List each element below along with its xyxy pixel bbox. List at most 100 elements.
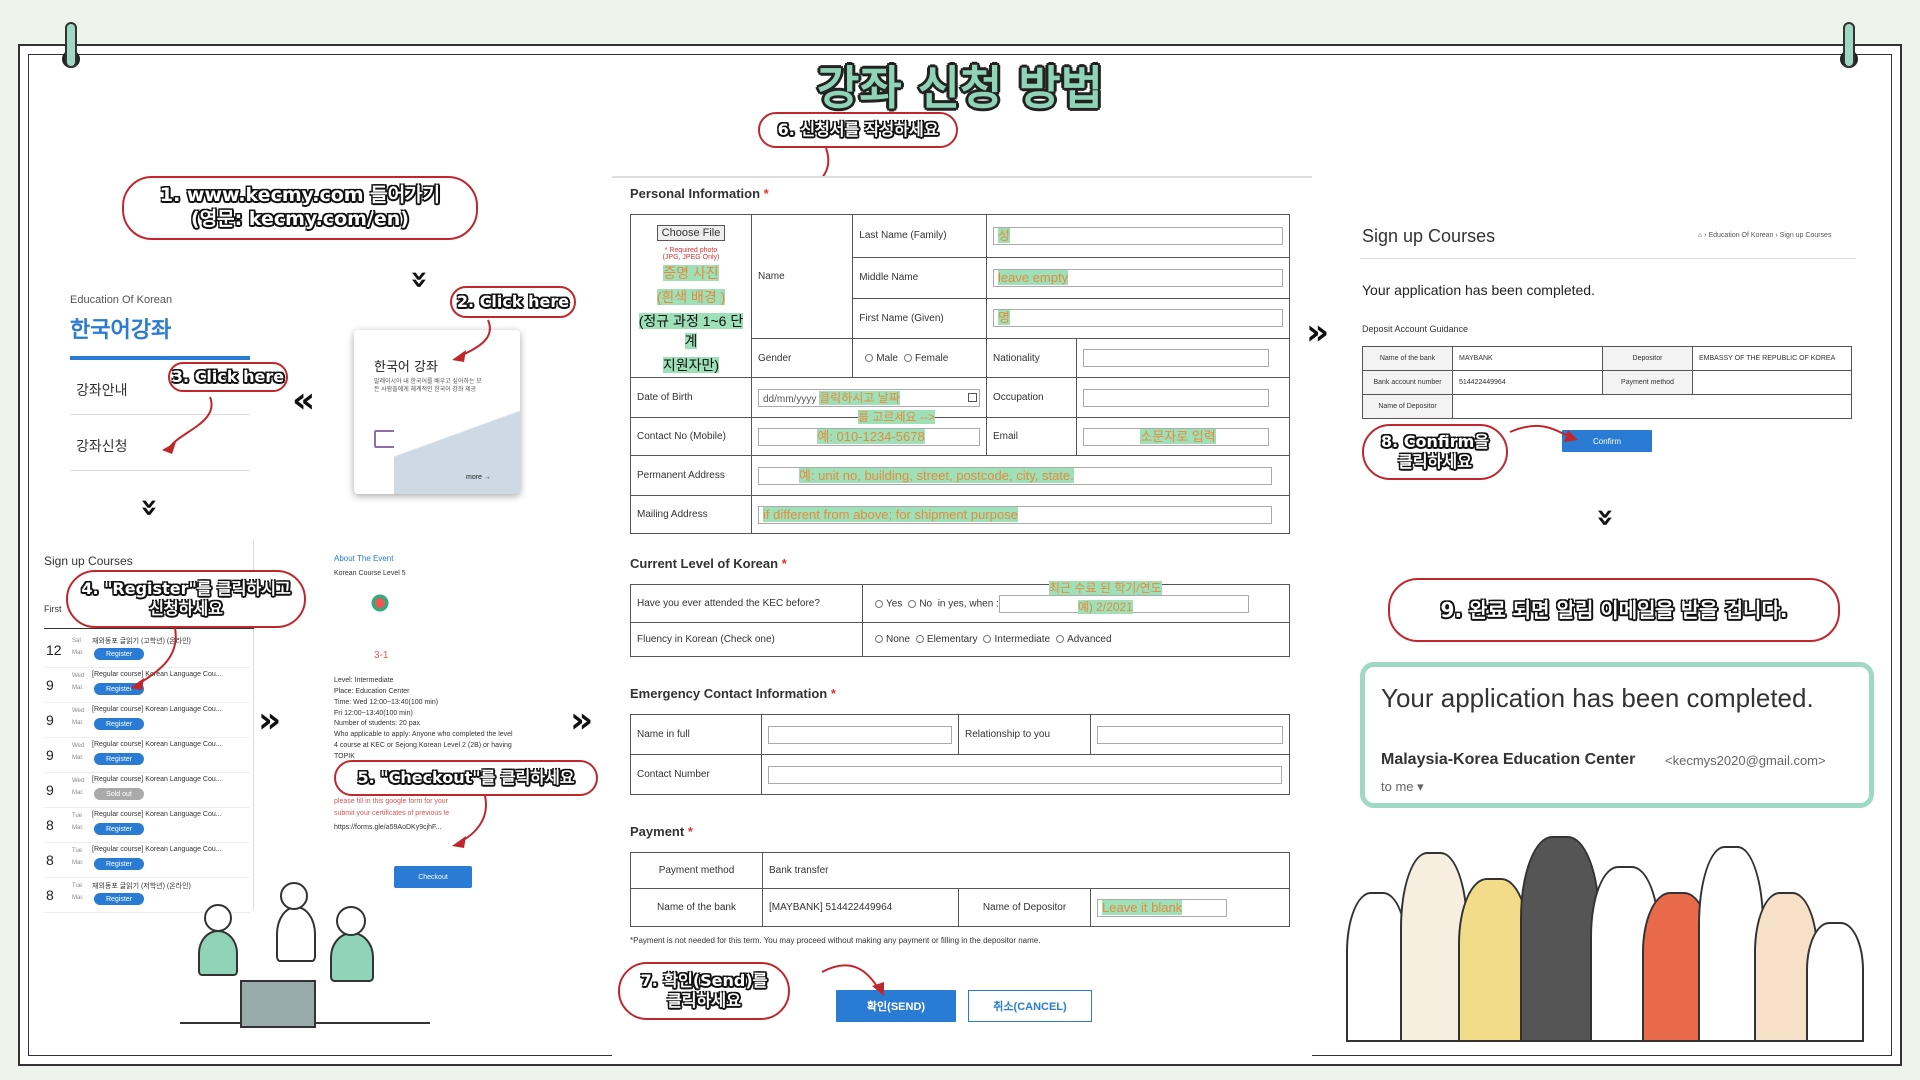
- card-more-link[interactable]: more →: [466, 474, 491, 481]
- card-title: 한국어 강좌: [374, 360, 438, 375]
- row-dow: Wed: [72, 673, 85, 679]
- panel2-first: First: [44, 604, 62, 614]
- personal-info-label: Personal Information: [630, 186, 761, 201]
- none-radio[interactable]: [875, 635, 883, 644]
- home-icon[interactable]: ⌂: [1698, 232, 1702, 239]
- no-label: No: [919, 598, 933, 610]
- occupation-input[interactable]: [1083, 388, 1269, 407]
- intermediate-label: Intermediate: [994, 634, 1051, 645]
- row-dow: Wed: [72, 708, 85, 714]
- calendar-icon[interactable]: [968, 393, 977, 402]
- table-row[interactable]: 8 Tue Mar. [Regular course] Korean Language…: [44, 809, 254, 843]
- step2-callout: 2. Click here: [450, 286, 576, 318]
- row-divider: [44, 702, 250, 703]
- mailing-address-value: if different from above; for shipment pu…: [763, 506, 1018, 522]
- step4-arrow: [130, 627, 177, 690]
- table-row[interactable]: 8 Tue Mar. [Regular course] Korean Language…: [44, 844, 254, 878]
- current-level-heading: Current Level of Korean *: [630, 556, 787, 571]
- contact-input[interactable]: 예: 010-1234-5678: [758, 427, 980, 446]
- breadcrumb-2[interactable]: Sign up Courses: [1780, 232, 1832, 239]
- step9-callout: 9. 완료 되면 알림 이메일을 받을 겁니다.: [1388, 578, 1840, 642]
- yes-radio[interactable]: [875, 599, 883, 608]
- female-radio[interactable]: [903, 354, 912, 362]
- relationship-label: Relationship to you: [958, 714, 1091, 755]
- menu-course-signup[interactable]: 강좌신청: [76, 436, 128, 456]
- detail-line: Who applicable to apply: Anyone who comp…: [334, 731, 513, 739]
- personal-info-table: Choose File * Required photo (JPG, JPEG …: [630, 213, 1290, 534]
- permanent-address-label: Permanent Address: [630, 455, 752, 496]
- chevron-down-icon[interactable]: ▾: [1417, 779, 1424, 794]
- elementary-radio[interactable]: [915, 635, 924, 644]
- google-form-link[interactable]: https://forms.gle/a59AoDKy9cjhF...: [334, 824, 441, 831]
- last-name-value: 성: [998, 227, 1010, 243]
- book-icon: [374, 430, 396, 448]
- email-notification-card: Your application has been completed. Mal…: [1360, 662, 1874, 808]
- row-course: [Regular course] Korean Language Cou...: [92, 776, 222, 783]
- male-radio[interactable]: [865, 354, 874, 362]
- name-full-input[interactable]: [768, 725, 952, 744]
- depositor-input[interactable]: Leave it blank: [1097, 898, 1227, 917]
- mailing-address-input[interactable]: if different from above; for shipment pu…: [758, 505, 1272, 524]
- required-mark: *: [781, 556, 787, 571]
- current-level-table: Have you ever attended the KEC before? Y…: [630, 581, 1290, 657]
- row-month: Mar.: [72, 755, 84, 761]
- relationship-input[interactable]: [1097, 725, 1283, 744]
- table-row[interactable]: 9 Wed Mar. [Regular course] Korean Language…: [44, 739, 254, 773]
- contact-number-label: Contact Number: [630, 754, 762, 795]
- account-value: 514422449964: [1452, 370, 1603, 395]
- depositor-value-5: EMBASSY OF THE REPUBLIC OF KOREA: [1692, 346, 1852, 371]
- intermediate-radio[interactable]: [983, 635, 992, 644]
- permanent-address-value: 예: unit no, building, street, postcode, …: [799, 467, 1074, 483]
- nationality-input[interactable]: [1083, 349, 1269, 368]
- emergency-contact-input[interactable]: [768, 765, 1282, 784]
- step3-callout: 3. Click here: [168, 362, 288, 392]
- register-button[interactable]: Register: [94, 858, 144, 870]
- depositor-label-5: Depositor: [1602, 346, 1693, 371]
- first-name-label: First Name (Given): [852, 297, 987, 340]
- panel2-title: Sign up Courses: [44, 554, 133, 568]
- register-button[interactable]: Register: [94, 753, 144, 765]
- cancel-button[interactable]: 취소(CANCEL): [968, 990, 1092, 1022]
- step8-arrow: [1509, 424, 1578, 442]
- personal-info-heading: Personal Information *: [630, 186, 769, 201]
- page-title: 강좌 신청 방법: [817, 61, 1103, 115]
- email-input[interactable]: 소문자로 입력: [1083, 427, 1269, 446]
- step5-callout: 5. "Checkout"를 클릭하세요: [334, 760, 598, 796]
- menu-course-info[interactable]: 강좌안내: [76, 380, 128, 400]
- register-button[interactable]: Register: [94, 893, 144, 905]
- first-name-input[interactable]: 명: [993, 309, 1283, 328]
- register-button[interactable]: Register: [94, 718, 144, 730]
- panel1-small-title: Education Of Korean: [70, 294, 173, 306]
- step5-arrow: [452, 795, 487, 848]
- advanced-radio[interactable]: [1056, 635, 1065, 644]
- table-row[interactable]: 9 Wed Mar. [Regular course] Korean Language…: [44, 774, 254, 808]
- breadcrumb-1[interactable]: Education Of Korean: [1708, 232, 1773, 239]
- step1-callout: 1. www.kecmy.com 들어가기 (영문: kecmy.com/en): [122, 176, 478, 240]
- event-details: Level: Intermediate Place: Education Cen…: [334, 676, 513, 763]
- photo-note-4: 지원자만): [662, 357, 720, 373]
- middle-name-label: Middle Name: [852, 256, 987, 299]
- level-title: Korean Course Level 5: [334, 570, 406, 577]
- menu-divider-2: [70, 470, 250, 471]
- dob-input[interactable]: dd/mm/yyyy 클릭하시고 날짜: [758, 388, 980, 407]
- middle-name-input[interactable]: leave empty: [993, 268, 1283, 287]
- choose-file-button[interactable]: Choose File: [656, 225, 726, 241]
- event-red-note-2: submit your certificates of previous le: [334, 810, 450, 817]
- row-dow: Tue: [72, 883, 83, 889]
- row-dow: Tue: [72, 848, 83, 854]
- permanent-address-input[interactable]: 예: unit no, building, street, postcode, …: [758, 466, 1272, 485]
- panel1-big-title: 한국어강좌: [70, 318, 172, 343]
- arrow-left-icon: «: [292, 380, 316, 421]
- no-radio[interactable]: [908, 599, 917, 608]
- team-illustration: [180, 882, 430, 1042]
- row-month: Mar.: [72, 895, 84, 901]
- table-row[interactable]: 9 Wed Mar. [Regular course] Korean Language…: [44, 704, 254, 738]
- last-name-input[interactable]: 성: [993, 226, 1283, 245]
- account-label: Bank account number: [1362, 370, 1453, 395]
- payment-method-label: Payment method: [630, 852, 763, 889]
- row-dow: Tue: [72, 813, 83, 819]
- register-button[interactable]: Register: [94, 823, 144, 835]
- photo-note-3: (정규 과정 1~6 단계: [638, 313, 744, 349]
- arrow-down-icon-3: »: [1588, 507, 1624, 528]
- about-title: About The Event: [334, 554, 394, 563]
